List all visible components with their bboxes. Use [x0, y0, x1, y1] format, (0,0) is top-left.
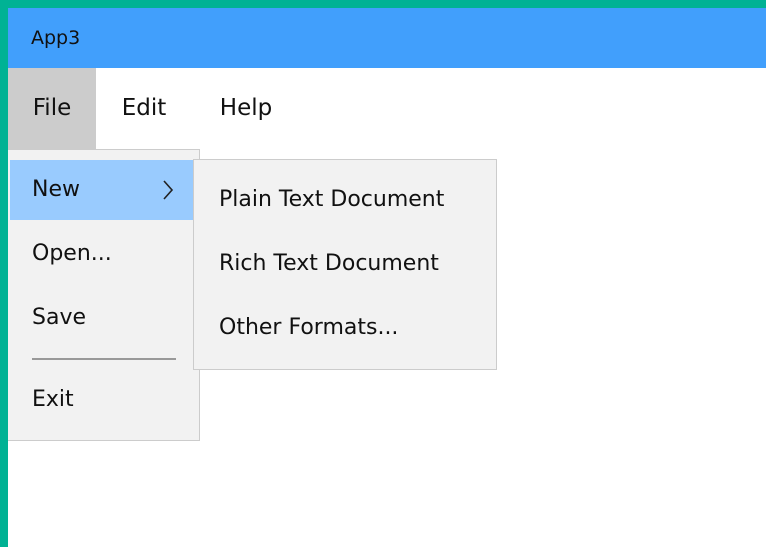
menu-file[interactable]: File — [8, 68, 96, 149]
window-title: App3 — [31, 27, 81, 49]
new-submenu: Plain Text Document Rich Text Document O… — [193, 159, 497, 370]
menu-item-open[interactable]: Open... — [10, 224, 196, 284]
app-window: App3 File Edit Help New Open... Save Exi… — [8, 8, 766, 547]
menu-bar: File Edit Help — [8, 68, 766, 149]
menu-item-new-label: New — [32, 177, 80, 202]
menu-item-save[interactable]: Save — [10, 288, 196, 348]
submenu-item-plain-text-label: Plain Text Document — [219, 187, 445, 212]
menu-separator — [32, 358, 176, 360]
menu-item-exit-label: Exit — [32, 387, 74, 412]
menu-item-exit[interactable]: Exit — [10, 370, 196, 430]
menu-edit[interactable]: Edit — [107, 68, 181, 149]
title-bar[interactable]: App3 — [8, 8, 766, 68]
submenu-item-rich-text-label: Rich Text Document — [219, 251, 439, 276]
menu-item-save-label: Save — [32, 305, 87, 330]
submenu-item-other-formats[interactable]: Other Formats... — [194, 296, 496, 360]
chevron-right-icon — [163, 180, 174, 200]
submenu-item-rich-text[interactable]: Rich Text Document — [194, 232, 496, 296]
menu-item-open-label: Open... — [32, 241, 112, 266]
file-dropdown-menu: New Open... Save Exit — [8, 149, 200, 441]
submenu-item-other-formats-label: Other Formats... — [219, 315, 399, 340]
menu-item-new[interactable]: New — [10, 160, 196, 220]
submenu-item-plain-text[interactable]: Plain Text Document — [194, 168, 496, 232]
menu-help[interactable]: Help — [203, 68, 289, 149]
